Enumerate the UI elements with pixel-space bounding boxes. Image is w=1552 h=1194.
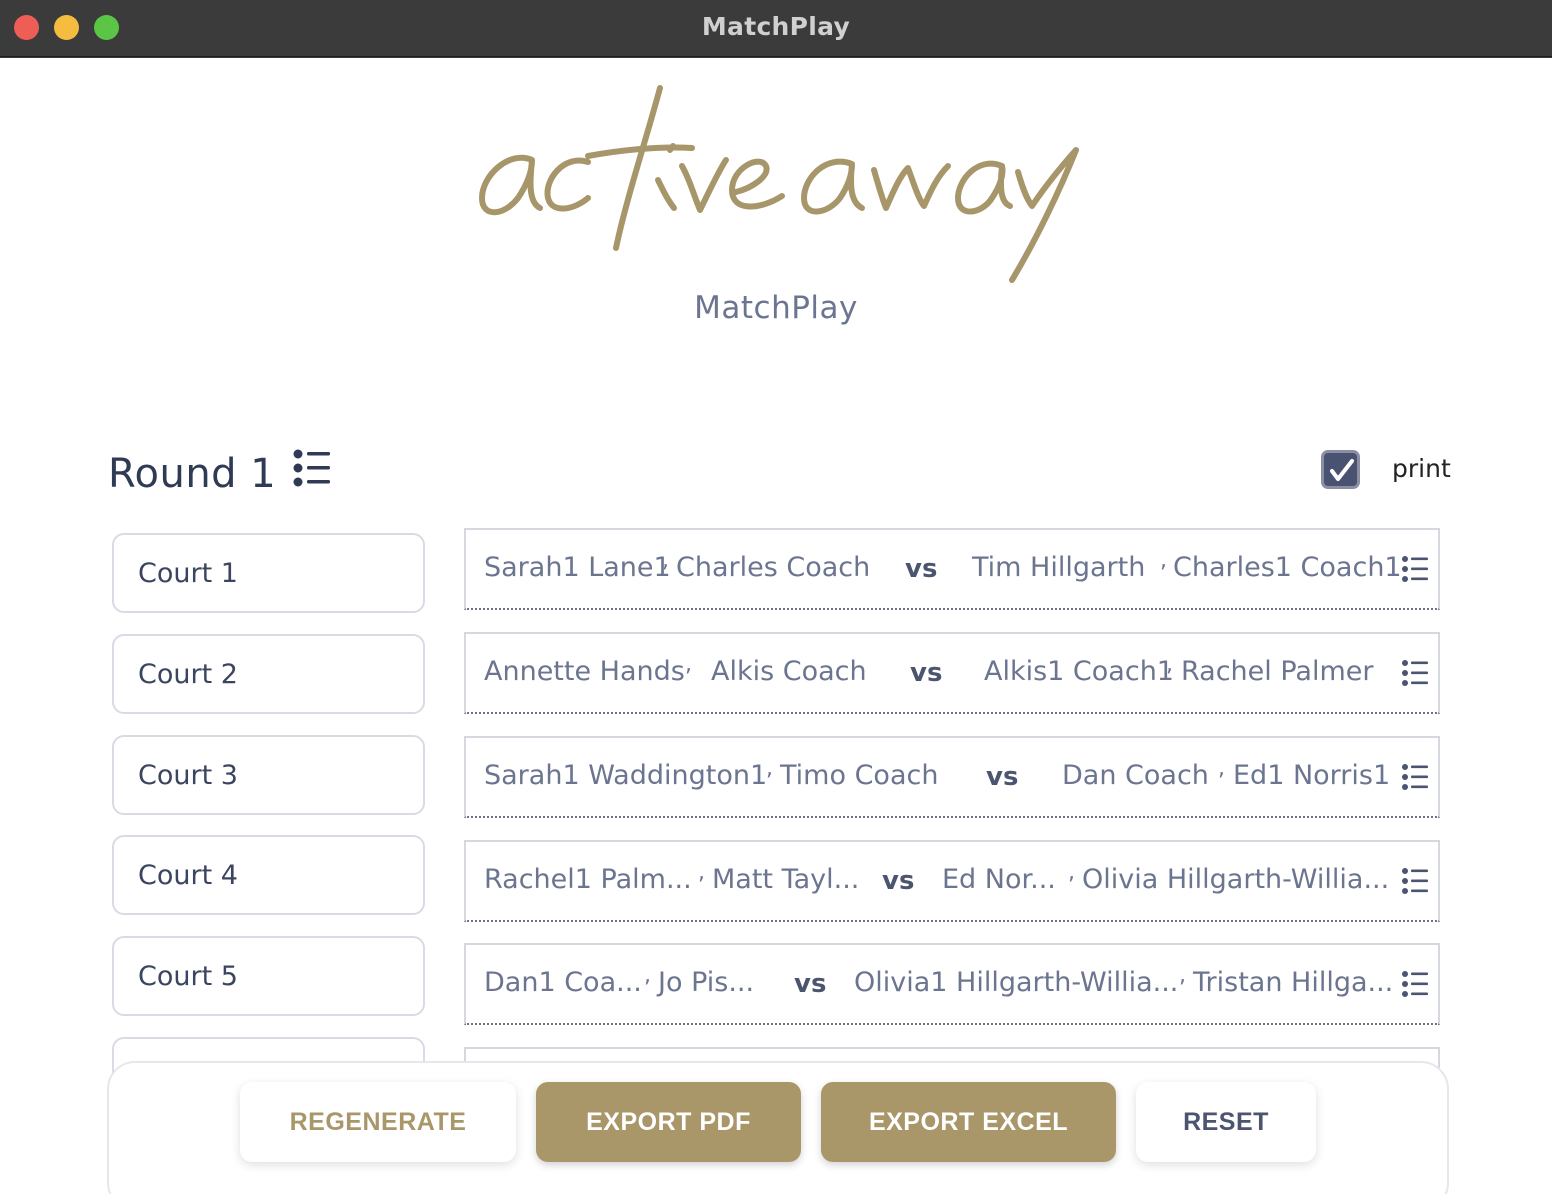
window-title: MatchPlay [701,12,851,41]
round-title: Round 1 [108,451,277,497]
team-b-player-1: Alkis1 Coach1 [984,656,1174,687]
export-excel-button[interactable]: EXPORT EXCEL [821,1082,1116,1162]
match-row-1[interactable]: Sarah1 Lane1 , Charles Coach vs Tim Hill… [464,528,1440,610]
comma-separator: , [685,652,692,677]
match-row-3[interactable]: Sarah1 Waddington1 , Timo Coach vs Dan C… [464,736,1440,818]
team-b-player-1: Dan Coach [1062,760,1209,791]
team-a-player-2: Alkis Coach [711,656,867,687]
list-bullet-icon[interactable] [1401,763,1429,791]
court-field-3[interactable]: Court 3 [112,735,425,815]
team-b-player-2: Ed1 Norris1 [1233,760,1391,791]
team-b-player-1: Ed Nor... [942,864,1056,895]
team-a-player-2: Jo Pis... [658,967,755,998]
vs-label: vs [882,866,915,896]
list-bullet-icon[interactable] [1401,970,1429,998]
court-label: Court 3 [138,760,238,791]
court-field-1[interactable]: Court 1 [112,533,425,613]
team-b-player-2: Tristan Hillga... [1193,967,1394,998]
regenerate-button[interactable]: REGENERATE [240,1082,516,1162]
comma-separator: , [766,756,773,781]
team-b-player-1: Tim Hillgarth [972,552,1146,583]
comma-separator: , [644,963,651,988]
court-field-4[interactable]: Court 4 [112,835,425,915]
comma-separator: , [1160,548,1167,573]
vs-label: vs [905,554,938,584]
team-b-player-1: Olivia1 Hillgarth-Willia... [854,967,1179,998]
comma-separator: , [1218,756,1225,781]
court-label: Court 1 [138,558,238,589]
team-a-player-1: Rachel1 Palm... [484,864,692,895]
main-content: MatchPlay Round 1 print Court 1 Court 2 … [0,58,1552,1194]
court-field-2[interactable]: Court 2 [112,634,425,714]
comma-separator: , [662,548,669,573]
team-b-player-2: Charles1 Coach1 [1173,552,1402,583]
court-label: Court 4 [138,860,238,891]
comma-separator: , [1179,963,1186,988]
team-b-player-2: Rachel Palmer [1181,656,1374,687]
app-subtitle: MatchPlay [694,290,858,326]
team-a-player-2: Matt Tayl... [712,864,860,895]
court-field-5[interactable]: Court 5 [112,936,425,1016]
vs-label: vs [794,969,827,999]
team-b-player-2: Olivia Hillgarth-Willia... [1082,864,1390,895]
list-bullet-icon[interactable] [1401,867,1429,895]
window-titlebar: MatchPlay [0,0,1552,57]
list-bullet-icon[interactable] [1401,659,1429,687]
list-bullet-icon[interactable] [292,448,332,488]
team-a-player-2: Timo Coach [780,760,939,791]
court-label: Court 5 [138,961,238,992]
vs-label: vs [910,658,943,688]
print-checkbox[interactable] [1321,450,1360,489]
reset-button[interactable]: RESET [1136,1082,1316,1162]
list-bullet-icon[interactable] [1401,555,1429,583]
export-pdf-button[interactable]: EXPORT PDF [536,1082,801,1162]
comma-separator: , [1166,652,1173,677]
match-row-2[interactable]: Annette Hands , Alkis Coach vs Alkis1 Co… [464,632,1440,714]
print-label: print [1392,454,1451,483]
checkmark-icon [1330,459,1354,481]
team-a-player-1: Sarah1 Lane1 [484,552,671,583]
match-row-5[interactable]: Dan1 Coa... , Jo Pis... vs Olivia1 Hillg… [464,943,1440,1025]
team-a-player-1: Dan1 Coa... [484,967,642,998]
comma-separator: , [1068,860,1075,885]
team-a-player-1: Sarah1 Waddington1 [484,760,768,791]
court-label: Court 2 [138,659,238,690]
comma-separator: , [698,860,705,885]
vs-label: vs [986,762,1019,792]
activeaway-logo [470,80,1090,295]
match-row-4[interactable]: Rachel1 Palm... , Matt Tayl... vs Ed Nor… [464,840,1440,922]
team-a-player-1: Annette Hands [484,656,685,687]
team-a-player-2: Charles Coach [676,552,871,583]
